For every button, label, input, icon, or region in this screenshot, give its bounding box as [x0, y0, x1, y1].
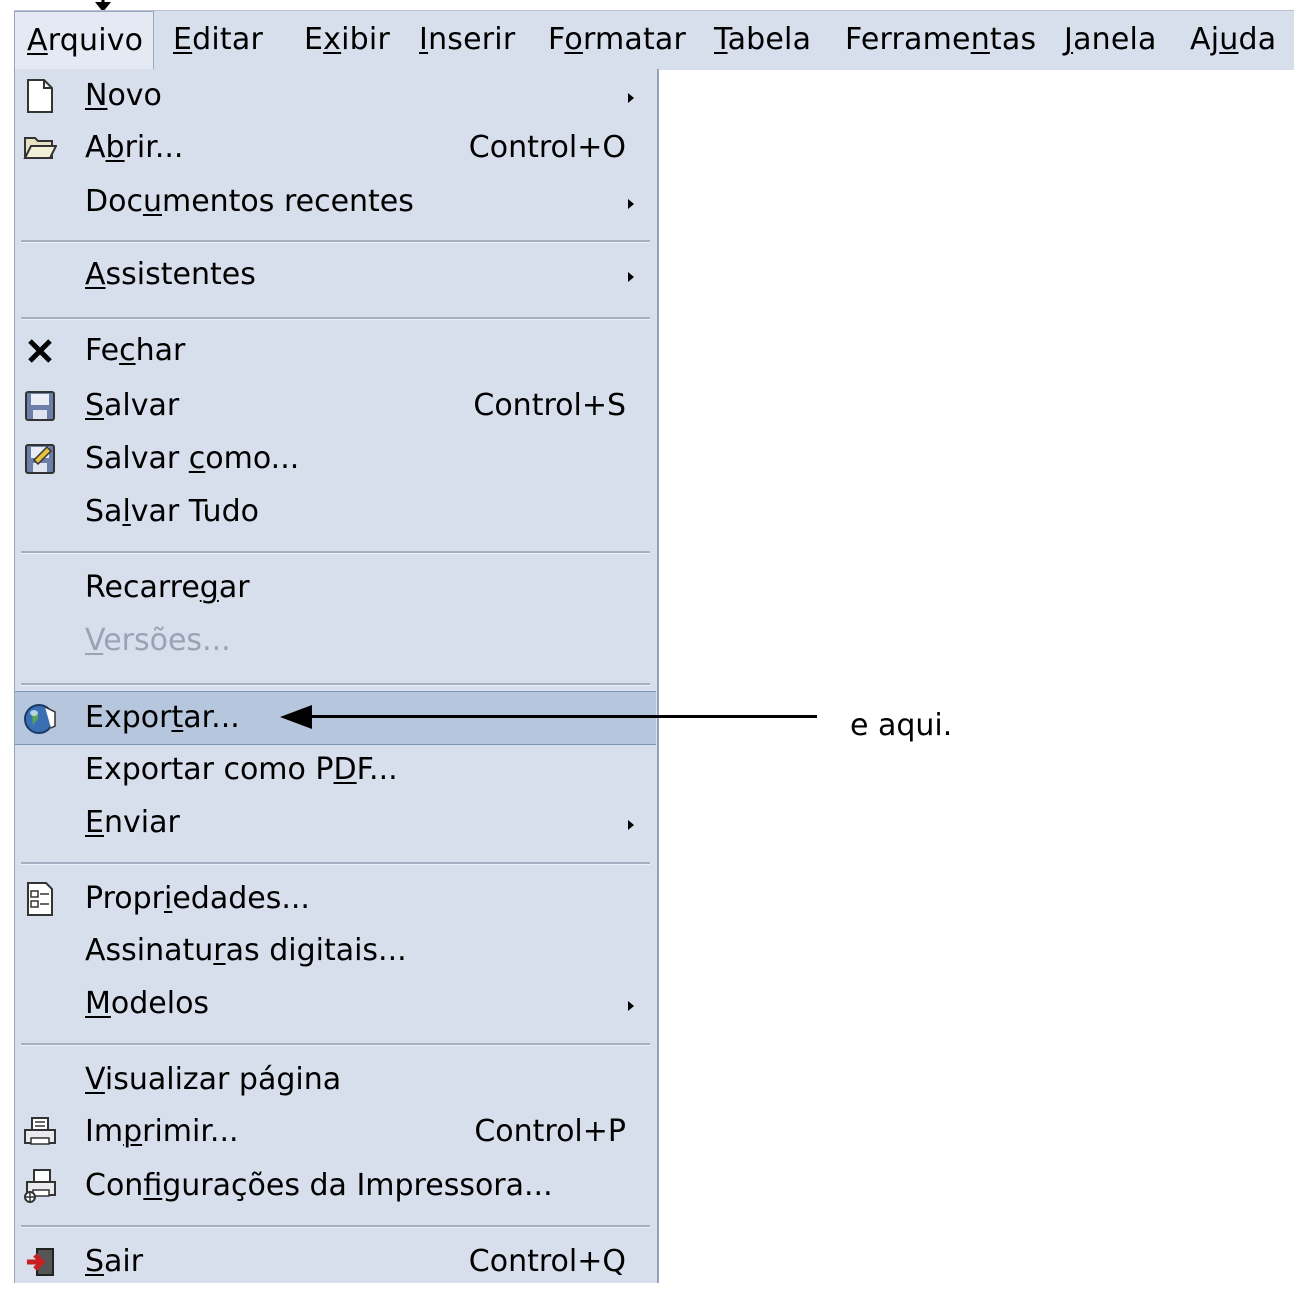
callout-arrow-line — [300, 715, 817, 718]
submenu-arrow-icon — [628, 93, 634, 103]
menubar-ajuda[interactable]: Ajuda — [1190, 11, 1276, 71]
menu-item-label: Abrir... — [85, 130, 184, 165]
menu-item-configuracoes-da-impressora[interactable]: Configurações da Impressora... — [15, 1159, 656, 1213]
menu-item-label: Recarregar — [85, 570, 250, 605]
menu-item-recarregar[interactable]: Recarregar — [15, 561, 656, 615]
menu-item-label: Assinaturas digitais... — [85, 933, 407, 968]
new-document-icon — [23, 79, 57, 113]
menu-item-label: Versões... — [85, 623, 231, 658]
exit-icon — [23, 1245, 57, 1279]
close-icon — [23, 334, 57, 368]
menubar-arquivo[interactable]: Arquivo — [14, 11, 155, 71]
menu-item-sair[interactable]: Sair Control+Q — [15, 1235, 656, 1289]
menu-separator — [21, 1225, 650, 1228]
menubar-editar[interactable]: Editar — [173, 11, 263, 71]
callout-text: e aqui. — [850, 708, 953, 743]
properties-icon — [23, 882, 57, 916]
menu-separator — [21, 683, 650, 686]
menu-item-label: Salvar — [85, 388, 180, 423]
submenu-arrow-icon — [628, 1001, 634, 1011]
menu-item-label: Propriedades... — [85, 881, 310, 916]
menu-item-label: Salvar Tudo — [85, 494, 259, 529]
menu-item-salvar-como[interactable]: Salvar como... — [15, 432, 656, 486]
menu-separator — [21, 551, 650, 554]
menu-item-assistentes[interactable]: Assistentes — [15, 248, 656, 302]
submenu-arrow-icon — [628, 272, 634, 282]
menu-item-abrir[interactable]: Abrir... Control+O — [15, 121, 656, 175]
menu-item-versoes: Versões... — [15, 614, 656, 668]
menu-item-label: Novo — [85, 78, 162, 113]
shortcut-label: Control+S — [473, 388, 626, 423]
callout-arrow-head — [280, 705, 312, 729]
shortcut-label: Control+P — [474, 1114, 626, 1149]
menu-item-label: Exportar como PDF... — [85, 752, 398, 787]
menubar-inserir[interactable]: Inserir — [419, 11, 515, 71]
menu-item-label: Configurações da Impressora... — [85, 1168, 553, 1203]
menu-item-enviar[interactable]: Enviar — [15, 796, 656, 850]
printer-icon — [23, 1115, 57, 1149]
menubar-tabela[interactable]: Tabela — [714, 11, 811, 71]
menu-item-exportar-como-pdf[interactable]: Exportar como PDF... — [15, 743, 656, 797]
menu-item-assinaturas-digitais[interactable]: Assinaturas digitais... — [15, 924, 656, 978]
menu-item-novo[interactable]: Novo — [15, 69, 656, 123]
printer-settings-icon — [23, 1169, 57, 1203]
menu-item-label: Imprimir... — [85, 1114, 239, 1149]
menubar-janela[interactable]: Janela — [1064, 11, 1157, 71]
menubar-exibir[interactable]: Exibir — [304, 11, 390, 71]
menu-separator — [21, 317, 650, 320]
menu-item-label: Visualizar página — [85, 1062, 342, 1097]
menu-bar: Arquivo Editar Exibir Inserir Formatar Tabela… — [14, 10, 1294, 71]
open-folder-icon — [23, 131, 57, 165]
menu-item-label: Exportar... — [85, 700, 240, 735]
save-as-icon — [23, 442, 57, 476]
menu-separator — [21, 862, 650, 865]
menu-item-label: Sair — [85, 1244, 144, 1279]
menu-item-documentos-recentes[interactable]: Documentos recentes — [15, 175, 656, 229]
menu-item-exportar[interactable]: Exportar... — [15, 691, 656, 745]
menu-item-label: Assistentes — [85, 257, 256, 292]
menu-item-fechar[interactable]: Fechar — [15, 324, 656, 378]
menu-item-salvar[interactable]: Salvar Control+S — [15, 379, 656, 433]
menu-item-label: Fechar — [85, 333, 186, 368]
menu-separator — [21, 240, 650, 243]
menu-item-label: Modelos — [85, 986, 210, 1021]
menu-item-label: Documentos recentes — [85, 184, 414, 219]
shortcut-label: Control+Q — [468, 1244, 626, 1279]
menubar-formatar[interactable]: Formatar — [548, 11, 686, 71]
menubar-ferramentas[interactable]: Ferramentas — [845, 11, 1036, 71]
file-menu-dropdown: Novo Abrir... Control+O Documentos recentes… — [14, 69, 659, 1283]
submenu-arrow-icon — [628, 820, 634, 830]
menu-item-salvar-tudo[interactable]: Salvar Tudo — [15, 485, 656, 539]
export-globe-icon — [23, 702, 57, 736]
submenu-arrow-icon — [628, 199, 634, 209]
menu-item-visualizar-pagina[interactable]: Visualizar página — [15, 1053, 656, 1107]
menu-item-label: Salvar como... — [85, 441, 300, 476]
menu-separator — [21, 1043, 650, 1046]
save-icon — [23, 389, 57, 423]
menu-item-modelos[interactable]: Modelos — [15, 977, 656, 1031]
menu-item-imprimir[interactable]: Imprimir... Control+P — [15, 1105, 656, 1159]
menu-item-label: Enviar — [85, 805, 180, 840]
shortcut-label: Control+O — [468, 130, 626, 165]
menu-item-propriedades[interactable]: Propriedades... — [15, 872, 656, 926]
